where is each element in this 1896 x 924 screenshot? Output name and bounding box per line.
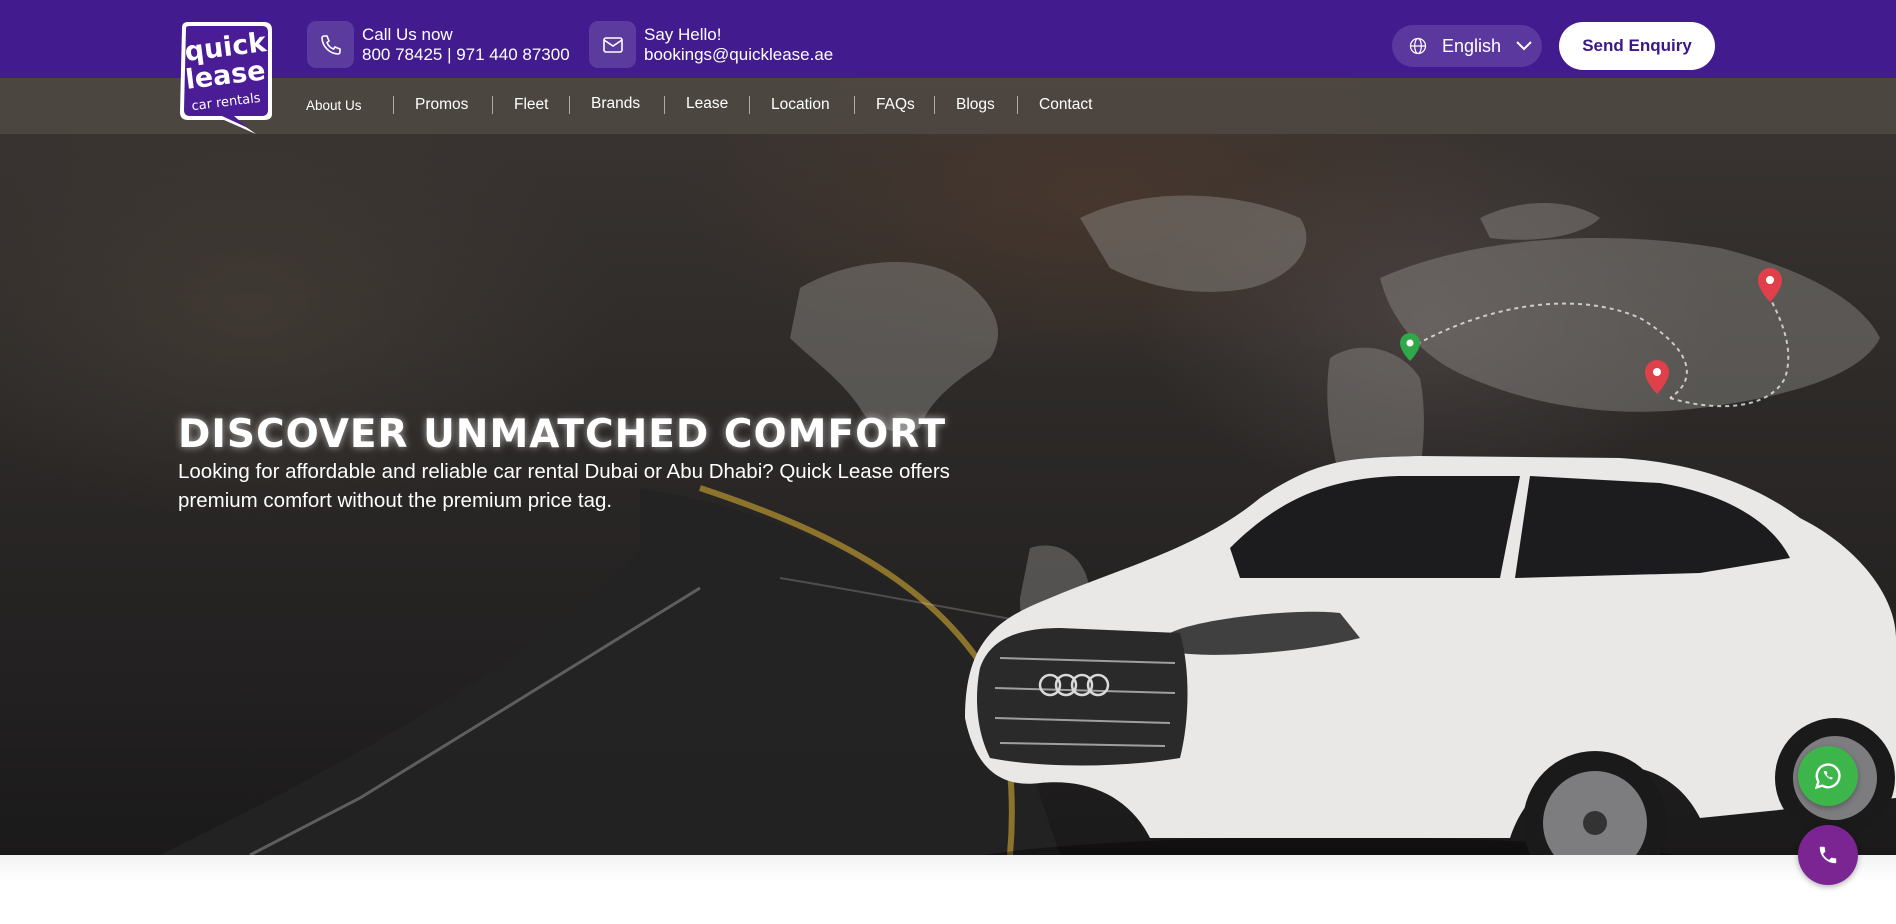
main-nav: About Us Promos Fleet Brands Lease Locat… <box>0 78 1896 134</box>
mail-icon <box>589 21 636 68</box>
language-value: English <box>1442 35 1502 56</box>
nav-item-lease[interactable]: Lease <box>686 95 728 115</box>
nav-item-about-us[interactable]: About Us <box>306 98 362 118</box>
nav-divider <box>749 96 750 114</box>
nav-item-contact[interactable]: Contact <box>1039 96 1092 116</box>
nav-item-location[interactable]: Location <box>771 96 830 116</box>
nav-item-brands[interactable]: Brands <box>591 95 640 115</box>
nav-divider <box>934 96 935 114</box>
send-enquiry-button[interactable]: Send Enquiry <box>1559 22 1715 70</box>
say-hello-block[interactable]: Say Hello! bookings@quicklease.ae <box>589 21 833 68</box>
hero-section: About Us Promos Fleet Brands Lease Locat… <box>0 78 1896 855</box>
nav-item-blogs[interactable]: Blogs <box>956 96 995 116</box>
globe-icon <box>1408 36 1428 56</box>
nav-item-fleet[interactable]: Fleet <box>514 96 548 116</box>
top-bar: Call Us now 800 78425 | 971 440 87300 Sa… <box>0 0 1896 78</box>
nav-divider <box>569 96 570 114</box>
nav-divider <box>492 96 493 114</box>
email-address[interactable]: bookings@quicklease.ae <box>644 45 833 65</box>
say-hello-label: Say Hello! <box>644 24 722 44</box>
chevron-down-icon <box>1515 40 1533 52</box>
whatsapp-button[interactable] <box>1798 746 1858 806</box>
whatsapp-icon <box>1811 759 1845 793</box>
hero-title: DISCOVER UNMATCHED COMFORT <box>178 412 947 457</box>
content-band <box>0 855 1896 924</box>
hero-subtitle: Looking for affordable and reliable car … <box>178 460 950 512</box>
call-us-block[interactable]: Call Us now 800 78425 | 971 440 87300 <box>307 21 570 68</box>
nav-item-promos[interactable]: Promos <box>415 96 468 116</box>
language-selector[interactable]: English <box>1392 25 1542 67</box>
phone-icon <box>307 21 354 68</box>
phone-numbers[interactable]: 800 78425 | 971 440 87300 <box>362 45 570 65</box>
nav-divider <box>664 96 665 114</box>
phone-icon <box>1817 844 1839 866</box>
quick-lease-logo[interactable]: quick lease car rentals <box>176 22 276 134</box>
call-button[interactable] <box>1798 825 1858 885</box>
nav-divider <box>854 96 855 114</box>
nav-divider <box>393 96 394 114</box>
nav-divider <box>1017 96 1018 114</box>
call-us-label: Call Us now <box>362 24 453 44</box>
nav-item-faqs[interactable]: FAQs <box>876 96 915 116</box>
